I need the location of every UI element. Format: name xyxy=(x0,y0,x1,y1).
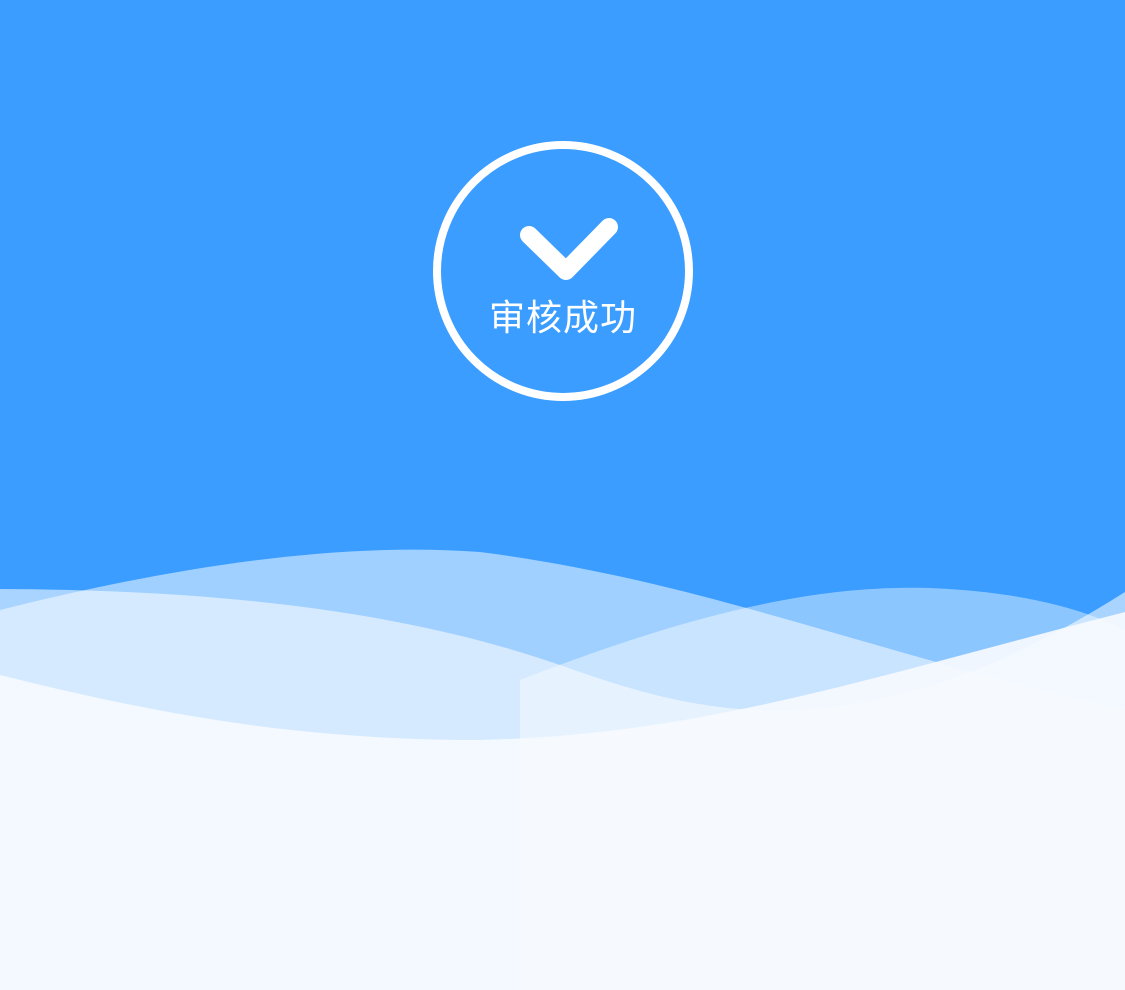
check-icon xyxy=(520,218,618,280)
success-status-circle: 审核成功 xyxy=(433,141,693,401)
status-text: 审核成功 xyxy=(488,298,637,339)
wave-decoration xyxy=(0,549,1125,990)
audit-result-page: 审核成功 xyxy=(0,0,1125,990)
